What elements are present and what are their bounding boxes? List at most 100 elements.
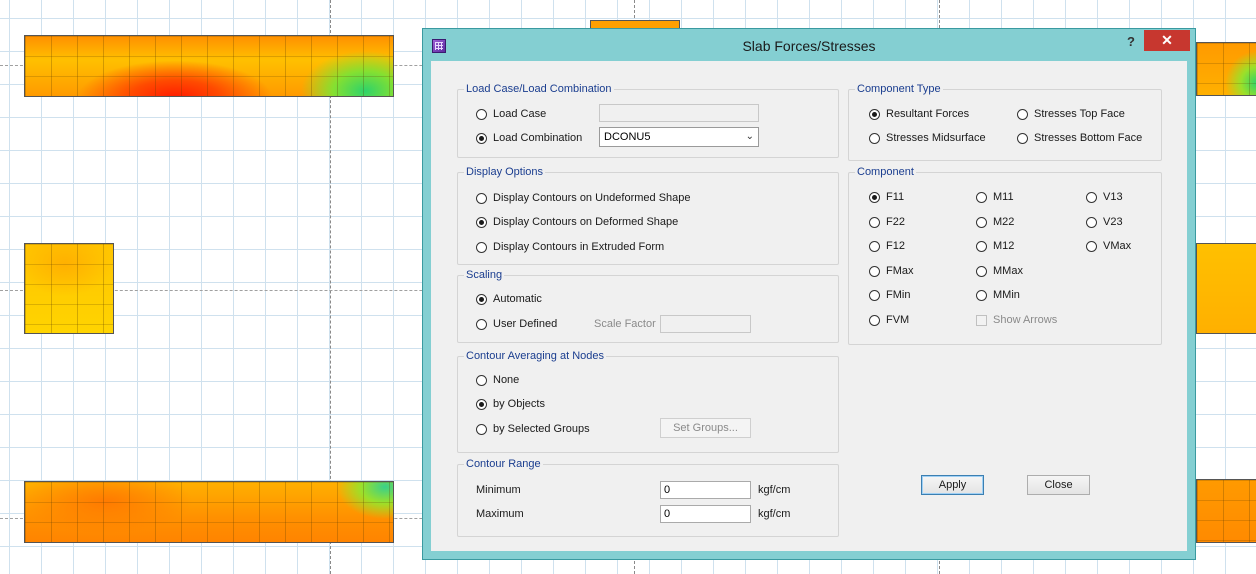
scale-factor-label: Scale Factor (594, 318, 656, 330)
component-fmin-radio[interactable]: FMin (869, 287, 910, 303)
radio-icon (476, 132, 487, 144)
minimum-label: Minimum (476, 484, 521, 496)
load-case-field[interactable] (599, 104, 759, 122)
set-groups-button[interactable]: Set Groups... (660, 418, 751, 438)
slab-forces-dialog: Slab Forces/Stresses ? ✕ Load Case/Load … (422, 28, 1196, 560)
radio-icon (476, 374, 487, 386)
component-m11-radio[interactable]: M11 (976, 189, 1014, 205)
scaling-user-defined-radio[interactable]: User Defined (476, 316, 557, 332)
component-f22-radio[interactable]: F22 (869, 214, 905, 230)
load-case-group: Load Case/Load Combination Load Case Loa… (457, 83, 839, 158)
radio-icon (976, 191, 987, 203)
load-case-radio[interactable]: Load Case (476, 106, 546, 122)
slab-contour (1196, 243, 1256, 334)
radio-label: by Objects (493, 398, 545, 410)
display-options-group: Display Options Display Contours on Unde… (457, 166, 839, 265)
radio-label: FVM (886, 314, 910, 326)
radio-icon (976, 265, 987, 277)
radio-label: V13 (1103, 191, 1123, 203)
scale-factor-field[interactable] (660, 315, 751, 333)
averaging-by-groups-radio[interactable]: by Selected Groups (476, 421, 590, 437)
component-m22-radio[interactable]: M22 (976, 214, 1014, 230)
slab-contour (1196, 42, 1256, 96)
component-v23-radio[interactable]: V23 (1086, 214, 1123, 230)
radio-icon (476, 423, 487, 435)
radio-label: by Selected Groups (493, 423, 590, 435)
radio-label: Resultant Forces (886, 108, 970, 120)
slab-contour (24, 481, 394, 543)
radio-icon (476, 192, 487, 204)
slab-contour (1196, 479, 1256, 543)
radio-label: Stresses Top Face (1034, 108, 1125, 120)
help-button[interactable]: ? (1118, 33, 1144, 51)
radio-icon (869, 314, 880, 326)
component-v13-radio[interactable]: V13 (1086, 189, 1123, 205)
dialog-body: Load Case/Load Combination Load Case Loa… (431, 61, 1187, 551)
radio-label: M11 (993, 191, 1014, 203)
averaging-by-objects-radio[interactable]: by Objects (476, 396, 545, 412)
load-combination-select[interactable]: DCONU5 ⌄ (599, 127, 759, 147)
component-group: Component F11 F22 F12 FMax FMin FVM M11 … (848, 166, 1162, 345)
radio-icon (476, 108, 487, 120)
radio-icon (976, 240, 987, 252)
radio-label: F12 (886, 240, 905, 252)
radio-label: VMax (1103, 240, 1132, 252)
radio-label: None (493, 374, 520, 386)
dialog-title: Slab Forces/Stresses (742, 38, 876, 54)
stresses-bottom-face-radio[interactable]: Stresses Bottom Face (1017, 130, 1142, 146)
checkbox-icon (976, 314, 987, 326)
checkbox-label: Show Arrows (993, 314, 1058, 326)
load-combination-radio[interactable]: Load Combination (476, 130, 582, 146)
component-f12-radio[interactable]: F12 (869, 238, 905, 254)
display-extruded-radio[interactable]: Display Contours in Extruded Form (476, 239, 664, 255)
radio-label: Display Contours in Extruded Form (493, 241, 665, 253)
radio-label: FMax (886, 265, 914, 277)
radio-label: Load Combination (493, 132, 583, 144)
radio-label: M22 (993, 216, 1015, 228)
radio-icon (476, 216, 487, 228)
radio-icon (1086, 216, 1097, 228)
radio-icon (1017, 108, 1028, 120)
select-value: DCONU5 (604, 131, 651, 143)
radio-label: Display Contours on Deformed Shape (493, 216, 679, 228)
scaling-group: Scaling Automatic User Defined Scale Fac… (457, 269, 839, 343)
radio-icon (476, 293, 487, 305)
close-icon[interactable]: ✕ (1144, 30, 1190, 51)
radio-icon (869, 132, 880, 144)
component-fmax-radio[interactable]: FMax (869, 263, 914, 279)
component-f11-radio[interactable]: F11 (869, 189, 904, 205)
radio-label: MMin (993, 289, 1020, 301)
minimum-unit: kgf/cm (758, 484, 791, 496)
radio-label: User Defined (493, 318, 558, 330)
radio-label: F11 (886, 191, 905, 203)
resultant-forces-radio[interactable]: Resultant Forces (869, 106, 969, 122)
radio-icon (869, 216, 880, 228)
display-deformed-radio[interactable]: Display Contours on Deformed Shape (476, 214, 678, 230)
maximum-input[interactable]: 0 (660, 505, 751, 523)
averaging-none-radio[interactable]: None (476, 372, 519, 388)
stresses-top-face-radio[interactable]: Stresses Top Face (1017, 106, 1125, 122)
group-title: Load Case/Load Combination (464, 83, 614, 96)
component-mmax-radio[interactable]: MMax (976, 263, 1023, 279)
apply-button[interactable]: Apply (921, 475, 984, 495)
component-m12-radio[interactable]: M12 (976, 238, 1014, 254)
radio-label: F22 (886, 216, 905, 228)
radio-label: M12 (993, 240, 1015, 252)
component-fvm-radio[interactable]: FVM (869, 312, 909, 328)
radio-icon (869, 265, 880, 277)
close-button[interactable]: Close (1027, 475, 1090, 495)
scaling-automatic-radio[interactable]: Automatic (476, 291, 542, 307)
stresses-midsurface-radio[interactable]: Stresses Midsurface (869, 130, 986, 146)
display-undeformed-radio[interactable]: Display Contours on Undeformed Shape (476, 190, 691, 206)
component-vmax-radio[interactable]: VMax (1086, 238, 1131, 254)
maximum-label: Maximum (476, 508, 524, 520)
radio-label: Load Case (493, 108, 547, 120)
show-arrows-checkbox[interactable]: Show Arrows (976, 312, 1057, 328)
radio-label: Stresses Bottom Face (1034, 132, 1143, 144)
component-mmin-radio[interactable]: MMin (976, 287, 1020, 303)
radio-icon (869, 108, 880, 120)
minimum-input[interactable]: 0 (660, 481, 751, 499)
contour-range-group: Contour Range Minimum 0 kgf/cm Maximum 0… (457, 458, 839, 537)
radio-label: FMin (886, 289, 911, 301)
title-bar[interactable]: Slab Forces/Stresses ? ✕ (423, 29, 1195, 61)
